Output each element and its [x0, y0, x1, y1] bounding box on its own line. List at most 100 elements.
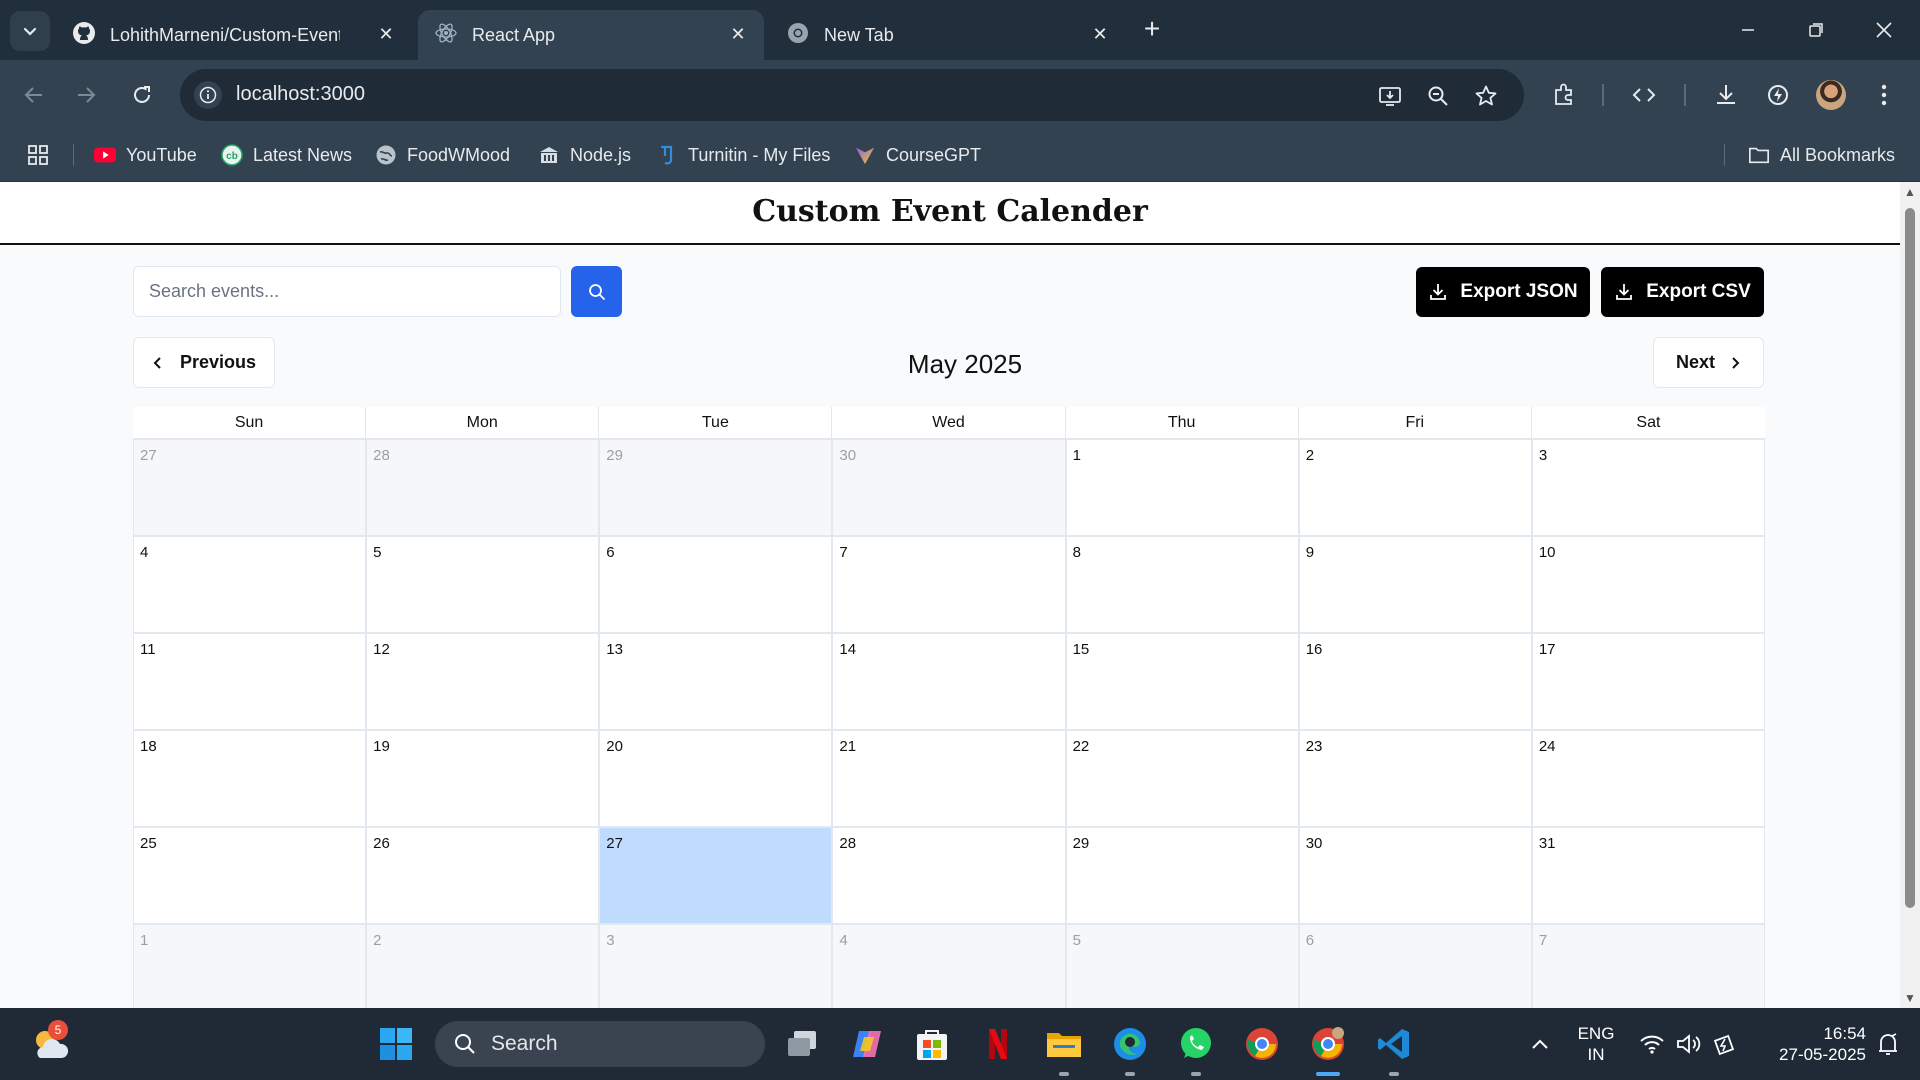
calendar-day[interactable]: 26	[366, 827, 600, 924]
minimize-button[interactable]	[1728, 14, 1768, 46]
calendar-day[interactable]: 20	[599, 730, 833, 827]
edge-app[interactable]	[1108, 1022, 1152, 1066]
notifications-icon[interactable]	[1866, 1022, 1910, 1066]
store-app[interactable]	[910, 1022, 954, 1066]
calendar-day[interactable]: 16	[1298, 633, 1532, 730]
clock[interactable]: 16:54 27-05-2025	[1746, 1023, 1866, 1065]
calendar-day[interactable]: 2	[1298, 439, 1532, 536]
calendar-day[interactable]: 12	[366, 633, 600, 730]
performance-icon[interactable]	[1762, 79, 1794, 111]
calendar-day[interactable]: 10	[1531, 536, 1765, 633]
calendar-day[interactable]: 15	[1065, 633, 1299, 730]
url-text[interactable]: localhost:3000	[236, 83, 365, 106]
calendar-day[interactable]: 28	[832, 827, 1066, 924]
tab-react-app[interactable]: React App ✕	[418, 10, 764, 60]
calendar-day-outside-month[interactable]: 28	[366, 439, 600, 536]
tab-search-button[interactable]	[10, 11, 50, 51]
calendar-day[interactable]: 7	[832, 536, 1066, 633]
site-info-icon[interactable]	[194, 81, 222, 109]
new-tab-button[interactable]: +	[1136, 14, 1168, 46]
close-icon[interactable]: ✕	[728, 24, 748, 44]
chrome-app[interactable]	[1240, 1022, 1284, 1066]
calendar-day[interactable]: 1	[1065, 439, 1299, 536]
calendar-day[interactable]: 25	[133, 827, 367, 924]
bookmark-turnitin[interactable]: Turnitin - My Files	[656, 140, 830, 170]
calendar-day-outside-month[interactable]: 4	[832, 924, 1066, 1008]
calendar-day[interactable]: 18	[133, 730, 367, 827]
language-indicator[interactable]: ENG IN	[1572, 1023, 1620, 1065]
calendar-day[interactable]: 21	[832, 730, 1066, 827]
taskbar-search[interactable]: Search	[435, 1021, 765, 1067]
calendar-day-outside-month[interactable]: 27	[133, 439, 367, 536]
calendar-day-outside-month[interactable]: 7	[1531, 924, 1765, 1008]
calendar-day[interactable]: 13	[599, 633, 833, 730]
close-icon[interactable]: ✕	[1090, 24, 1110, 44]
search-input[interactable]	[133, 266, 561, 317]
download-icon[interactable]	[1710, 79, 1742, 111]
calendar-day-outside-month[interactable]: 30	[832, 439, 1066, 536]
bookmark-star-icon[interactable]	[1472, 82, 1500, 110]
all-bookmarks-button[interactable]: All Bookmarks	[1748, 140, 1895, 170]
search-button[interactable]	[571, 266, 622, 317]
calendar-day-outside-month[interactable]: 6	[1298, 924, 1532, 1008]
calendar-day[interactable]: 19	[366, 730, 600, 827]
calendar-day[interactable]: 24	[1531, 730, 1765, 827]
next-month-button[interactable]: Next	[1653, 337, 1764, 388]
calendar-day[interactable]: 8	[1065, 536, 1299, 633]
calendar-day[interactable]: 29	[1065, 827, 1299, 924]
calendar-day-today[interactable]: 27	[599, 827, 833, 924]
scroll-down-icon[interactable]: ▼	[1904, 992, 1916, 1004]
bookmark-foodwmood[interactable]: FoodWMood	[375, 140, 510, 170]
task-view-button[interactable]	[780, 1022, 824, 1066]
tab-github[interactable]: LohithMarneni/Custom-Event-Ca ✕	[56, 10, 412, 60]
calendar-day[interactable]: 9	[1298, 536, 1532, 633]
reload-button[interactable]	[124, 77, 160, 113]
calendar-day-outside-month[interactable]: 29	[599, 439, 833, 536]
close-icon[interactable]: ✕	[376, 24, 396, 44]
more-menu-icon[interactable]	[1868, 79, 1900, 111]
chrome-profile-app[interactable]	[1306, 1022, 1350, 1066]
page-scrollbar[interactable]: ▲ ▼	[1900, 182, 1920, 1008]
show-hidden-icons-button[interactable]	[1518, 1022, 1562, 1066]
restore-button[interactable]	[1796, 14, 1836, 46]
address-bar[interactable]: localhost:3000	[180, 69, 1524, 121]
calendar-day[interactable]: 31	[1531, 827, 1765, 924]
bookmark-coursegpt[interactable]: CourseGPT	[854, 140, 981, 170]
bookmark-nodejs[interactable]: Node.js	[538, 140, 631, 170]
whatsapp-app[interactable]	[1174, 1022, 1218, 1066]
forward-button[interactable]	[68, 77, 104, 113]
calendar-day-outside-month[interactable]: 5	[1065, 924, 1299, 1008]
bookmark-latest-news[interactable]: cb Latest News	[221, 140, 352, 170]
vscode-app[interactable]	[1372, 1022, 1416, 1066]
calendar-day[interactable]: 11	[133, 633, 367, 730]
calendar-day[interactable]: 22	[1065, 730, 1299, 827]
scrollbar-thumb[interactable]	[1905, 208, 1915, 908]
calendar-day-outside-month[interactable]: 2	[366, 924, 600, 1008]
export-json-button[interactable]: Export JSON	[1416, 267, 1590, 317]
close-window-button[interactable]	[1864, 14, 1904, 46]
previous-month-button[interactable]: Previous	[133, 337, 275, 388]
apps-grid-button[interactable]	[26, 140, 50, 170]
calendar-day[interactable]: 5	[366, 536, 600, 633]
calendar-day[interactable]: 30	[1298, 827, 1532, 924]
calendar-day-outside-month[interactable]: 1	[133, 924, 367, 1008]
tab-new-tab[interactable]: New Tab ✕	[770, 10, 1126, 60]
copilot-app[interactable]	[845, 1022, 889, 1066]
zoom-icon[interactable]	[1424, 82, 1452, 110]
extensions-icon[interactable]	[1548, 79, 1580, 111]
start-button[interactable]	[374, 1022, 418, 1066]
file-explorer-app[interactable]	[1042, 1022, 1086, 1066]
calendar-day[interactable]: 14	[832, 633, 1066, 730]
calendar-day[interactable]: 6	[599, 536, 833, 633]
back-button[interactable]	[16, 77, 52, 113]
devtools-code-icon[interactable]	[1628, 79, 1660, 111]
install-app-icon[interactable]	[1376, 82, 1404, 110]
calendar-day[interactable]: 3	[1531, 439, 1765, 536]
battery-icon[interactable]	[1702, 1022, 1746, 1066]
profile-avatar[interactable]	[1816, 80, 1846, 110]
calendar-day[interactable]: 23	[1298, 730, 1532, 827]
bookmark-youtube[interactable]: YouTube	[94, 140, 197, 170]
scroll-up-icon[interactable]: ▲	[1904, 186, 1916, 198]
export-csv-button[interactable]: Export CSV	[1601, 267, 1764, 317]
calendar-day-outside-month[interactable]: 3	[599, 924, 833, 1008]
